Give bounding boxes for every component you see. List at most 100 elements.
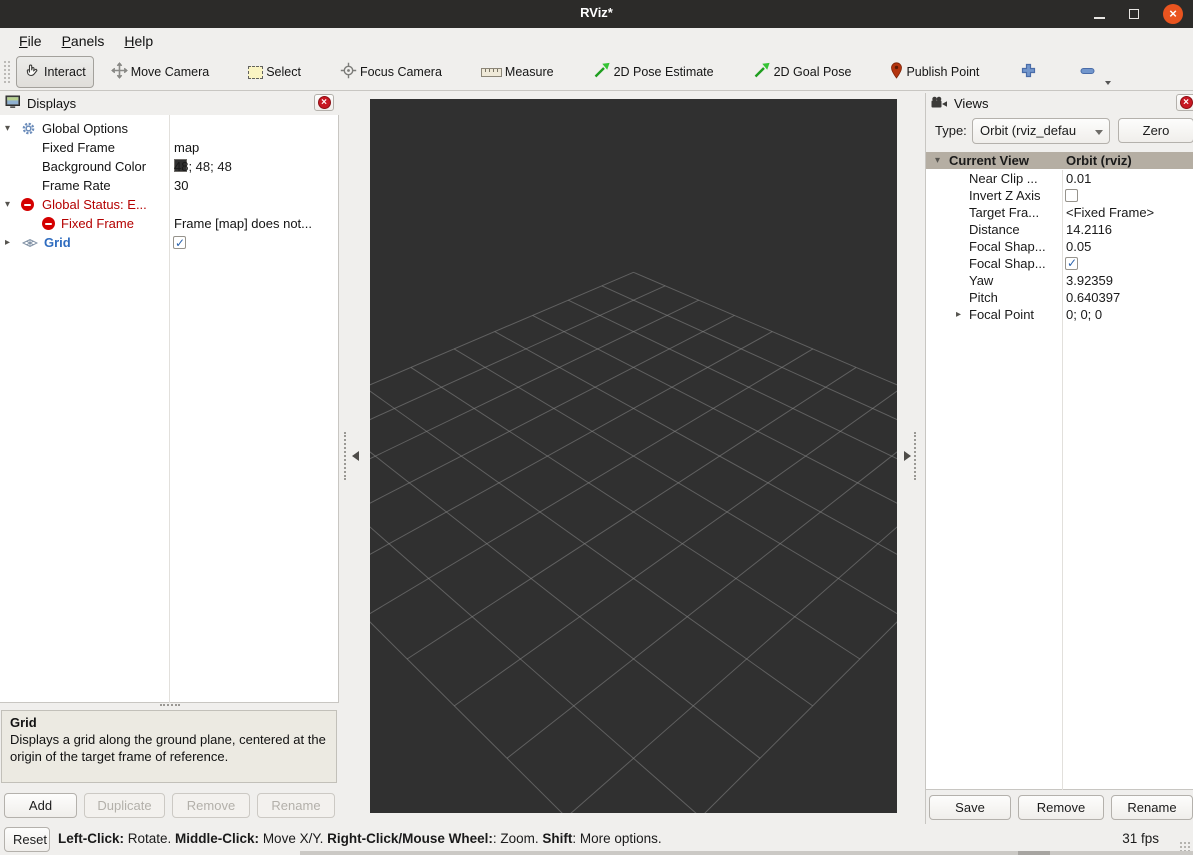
grid-enabled-checkbox[interactable]: ✓ (173, 236, 186, 249)
invert-z-checkbox[interactable] (1065, 189, 1078, 202)
views-tree[interactable]: ▾ Current View Orbit (rviz) Near Clip ..… (926, 152, 1193, 790)
row-value[interactable]: 0.640397 (1066, 289, 1120, 306)
row-label: Yaw (969, 272, 993, 289)
tree-row-current-view[interactable]: ▾ Current View Orbit (rviz) (926, 152, 1193, 169)
green-arrow-icon (593, 62, 611, 82)
row-value[interactable]: 0.01 (1066, 170, 1091, 187)
row-value[interactable]: 3.92359 (1066, 272, 1113, 289)
row-value[interactable]: 14.2116 (1066, 221, 1112, 238)
zero-button[interactable]: Zero (1118, 118, 1193, 143)
remove-button[interactable]: Remove (172, 793, 250, 818)
ground-grid (370, 99, 897, 813)
tree-row-frame-rate[interactable]: Frame Rate 30 (0, 176, 337, 195)
red-pin-icon (890, 62, 903, 82)
tool-move-camera[interactable]: Move Camera (103, 56, 218, 88)
maximize-icon[interactable] (1129, 9, 1139, 19)
menu-file[interactable]: File (9, 30, 52, 52)
expand-icon[interactable]: ▸ (5, 233, 10, 252)
scrollbar-handle[interactable] (1018, 851, 1050, 855)
row-value[interactable]: 30 (174, 176, 188, 195)
rename-button[interactable]: Rename (1111, 795, 1193, 820)
row-value[interactable]: 0.05 (1066, 238, 1091, 255)
add-tool-button[interactable] (1010, 56, 1047, 88)
splitter-handle[interactable] (160, 704, 180, 706)
plus-icon (1020, 62, 1037, 82)
tree-row-focal-shape-size[interactable]: Focal Shap... 0.05 (926, 238, 1193, 255)
row-value[interactable]: map (174, 138, 199, 157)
splitter-dots[interactable] (914, 432, 916, 480)
tree-row-distance[interactable]: Distance 14.2116 (926, 221, 1193, 238)
remove-button[interactable]: Remove (1018, 795, 1104, 820)
display-description-box: Grid Displays a grid along the ground pl… (1, 710, 337, 783)
close-icon[interactable]: × (1163, 4, 1183, 24)
panel-title: Displays (27, 96, 76, 111)
tree-row-yaw[interactable]: Yaw 3.92359 (926, 272, 1193, 289)
row-value[interactable]: <Fixed Frame> (1066, 204, 1154, 221)
tool-select[interactable]: Select (240, 59, 309, 85)
menu-panels[interactable]: Panels (52, 30, 115, 52)
splitter-dots[interactable] (344, 432, 346, 480)
minimize-icon[interactable] (1094, 17, 1105, 19)
collapse-icon[interactable]: ▾ (935, 152, 940, 169)
displays-panel-header[interactable]: Displays × (0, 93, 339, 114)
remove-tool-button[interactable] (1069, 59, 1106, 85)
green-arrow-icon (753, 62, 771, 82)
displays-tree[interactable]: ▾ Global Options Fixed Frame map Backgro… (0, 115, 339, 703)
views-panel-header[interactable]: Views × (926, 93, 1193, 114)
tree-row-pitch[interactable]: Pitch 0.640397 (926, 289, 1193, 306)
row-value[interactable]: 0; 0; 0 (1066, 306, 1102, 323)
tool-measure[interactable]: Measure (473, 59, 562, 85)
collapse-icon[interactable]: ▾ (5, 195, 10, 214)
tree-row-global-options[interactable]: ▾ Global Options (0, 119, 337, 138)
collapse-left-arrow-icon[interactable] (352, 451, 359, 461)
tool-focus-camera[interactable]: Focus Camera (332, 56, 450, 88)
bottom-scrollbar[interactable] (300, 851, 1193, 855)
tool-2d-pose-estimate[interactable]: 2D Pose Estimate (585, 56, 722, 88)
grid-icon (22, 235, 38, 256)
tree-row-fixed-frame[interactable]: Fixed Frame map (0, 138, 337, 157)
tree-row-focal-point[interactable]: ▸ Focal Point 0; 0; 0 (926, 306, 1193, 323)
tree-row-near-clip[interactable]: Near Clip ... 0.01 (926, 170, 1193, 187)
tool-2d-goal-pose[interactable]: 2D Goal Pose (745, 56, 860, 88)
titlebar[interactable]: RViz* × (0, 0, 1193, 28)
close-panel-button[interactable]: × (314, 94, 334, 111)
rename-button[interactable]: Rename (257, 793, 335, 818)
tree-row-target-frame[interactable]: Target Fra... <Fixed Frame> (926, 204, 1193, 221)
add-button[interactable]: Add (4, 793, 77, 818)
tool-publish-point[interactable]: Publish Point (882, 56, 987, 88)
menu-help[interactable]: Help (114, 30, 163, 52)
focal-shape-checkbox[interactable]: ✓ (1065, 257, 1078, 270)
save-button[interactable]: Save (929, 795, 1011, 820)
error-stop-icon (21, 198, 34, 211)
mouse-help-text: Left-Click: Rotate. Middle-Click: Move X… (58, 831, 662, 846)
tool-interact[interactable]: Interact (16, 56, 94, 88)
row-label: Fixed Frame (42, 138, 115, 157)
row-label: Pitch (969, 289, 998, 306)
toolbar-drag-handle[interactable] (3, 59, 10, 85)
view-type-combobox[interactable]: Orbit (rviz_defau (972, 118, 1110, 144)
reset-button[interactable]: Reset (4, 827, 50, 852)
tree-row-invert-z-axis[interactable]: Invert Z Axis (926, 187, 1193, 204)
3d-viewport[interactable] (370, 99, 897, 813)
tree-row-background-color[interactable]: Background Color 48; 48; 48 (0, 157, 337, 176)
row-label: Global Options (42, 119, 128, 138)
color-value: 48; 48; 48 (174, 157, 232, 176)
tool-label: 2D Goal Pose (774, 65, 852, 79)
view-type-row: Type: Orbit (rviz_defau Zero (926, 118, 1193, 146)
row-value: Orbit (rviz) (1066, 152, 1132, 169)
tree-row-focal-shape-fixed[interactable]: Focal Shap... ✓ (926, 255, 1193, 272)
ruler-icon (481, 68, 502, 77)
tree-row-global-status[interactable]: ▾ Global Status: E... (0, 195, 337, 214)
duplicate-button[interactable]: Duplicate (84, 793, 165, 818)
chevron-down-icon[interactable] (1105, 81, 1111, 85)
collapse-icon[interactable]: ▾ (5, 119, 10, 138)
tree-row-grid[interactable]: ▸ Grid ✓ (0, 233, 337, 252)
close-panel-button[interactable]: × (1176, 94, 1193, 111)
tree-row-fixed-frame-error[interactable]: Fixed Frame Frame [map] does not... (0, 214, 337, 233)
collapse-right-arrow-icon[interactable] (904, 451, 911, 461)
row-label: Current View (949, 152, 1029, 169)
expand-icon[interactable]: ▸ (956, 306, 961, 323)
tool-label: Publish Point (906, 65, 979, 79)
row-label: Target Fra... (969, 204, 1039, 221)
selection-box-icon (248, 66, 263, 79)
